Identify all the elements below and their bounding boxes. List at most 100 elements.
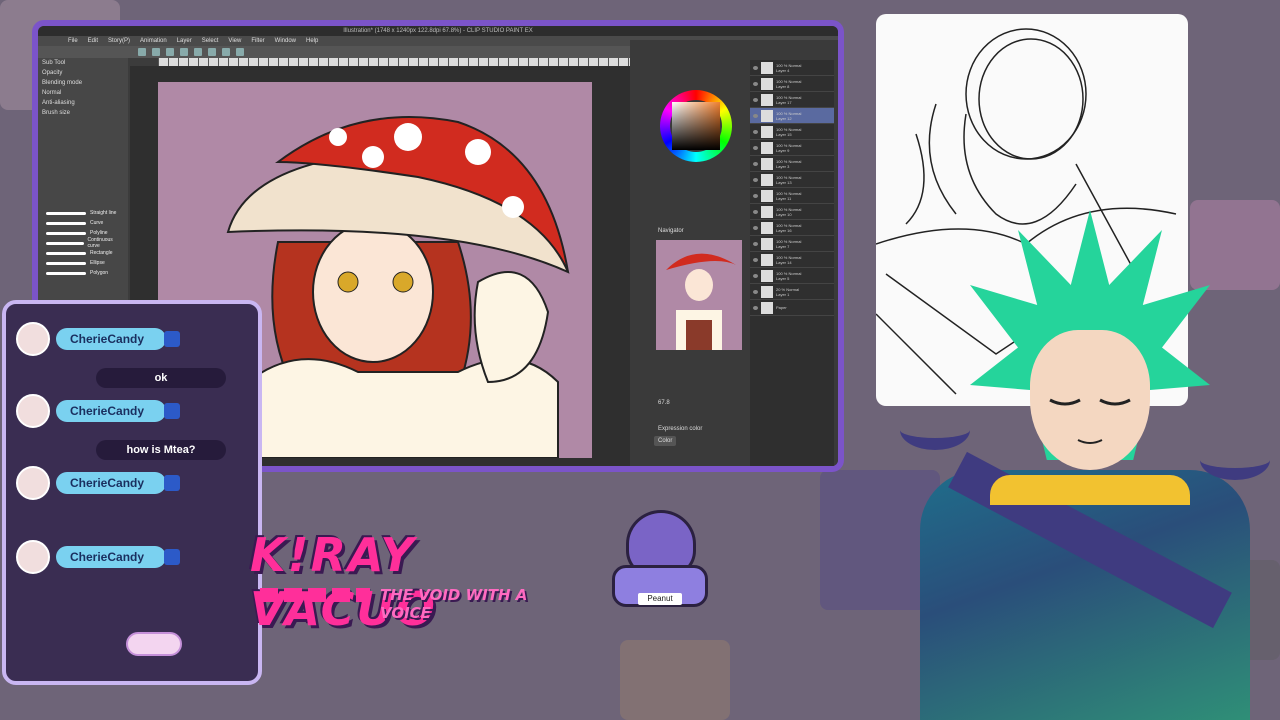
visibility-eye-icon[interactable] [753,289,758,294]
chat-message-header: CherieCandy [16,540,181,574]
layer-name: Layer 8 [776,83,790,89]
face-shape [312,221,434,363]
visibility-eye-icon[interactable] [753,241,758,246]
layer-mode: 100 % Normal [776,254,802,260]
visibility-eye-icon[interactable] [753,65,758,70]
visibility-eye-icon[interactable] [753,81,758,86]
layer-name: Layer 11 [776,195,792,201]
layer-name: Layer 12 [776,115,792,121]
layer-mode: 100 % Normal [776,206,802,212]
select-icon[interactable] [208,48,216,56]
menu-filter[interactable]: Filter [251,36,264,46]
deselect-icon[interactable] [222,48,230,56]
visibility-eye-icon[interactable] [753,97,758,102]
visibility-eye-icon[interactable] [753,177,758,182]
undo-icon[interactable] [138,48,146,56]
layer-row[interactable]: 100 % Normal Layer 10 [750,204,834,220]
chat-overlay: CherieCandy ok CherieCandy how is Mtea? … [2,300,262,685]
layer-mode: 100 % Normal [776,238,802,244]
snap-icon[interactable] [236,48,244,56]
brush-item[interactable]: Rectangle [46,248,124,258]
layer-row[interactable]: 100 % Normal Layer 11 [750,188,834,204]
layer-row[interactable]: 20 % Normal Layer 1 [750,284,834,300]
chat-avatar [16,540,50,574]
brush-item[interactable]: Continuous curve [46,237,124,249]
sub-tool-header: Sub Tool [42,60,66,66]
brush-preview [46,261,86,265]
transform-icon[interactable] [194,48,202,56]
visibility-eye-icon[interactable] [753,209,758,214]
prop-blend-value[interactable]: Normal [38,88,128,98]
chat-avatar [16,322,50,356]
layer-row[interactable]: 100 % Normal Layer 7 [750,236,834,252]
clear-icon[interactable] [166,48,174,56]
layer-mode: 100 % Normal [776,110,802,116]
layer-thumbnail [761,125,773,138]
menu-help[interactable]: Help [306,36,318,46]
menu-window[interactable]: Window [275,36,296,46]
right-eye [392,271,414,293]
visibility-eye-icon[interactable] [753,305,758,310]
brush-item[interactable]: Ellipse [46,258,124,268]
navigator-preview[interactable] [656,240,742,350]
menu-file[interactable]: File [68,36,78,46]
layer-row[interactable]: 100 % Normal Layer 17 [750,92,834,108]
crescent-ornament [900,410,970,450]
layer-name: Layer 5 [776,275,790,281]
redo-icon[interactable] [152,48,160,56]
layer-row[interactable]: 100 % Normal Layer 8 [750,76,834,92]
visibility-eye-icon[interactable] [753,145,758,150]
menu-view[interactable]: View [228,36,241,46]
layer-name: Layer 7 [776,243,790,249]
brush-item[interactable]: Polygon [46,268,124,278]
visibility-eye-icon[interactable] [753,273,758,278]
visibility-eye-icon[interactable] [753,193,758,198]
mascot-car: Peanut [612,505,712,620]
brush-item[interactable]: Curve [46,218,124,228]
layer-row[interactable]: 100 % Normal Layer 13 [750,172,834,188]
prop-opacity: Opacity [42,70,63,76]
visibility-eye-icon[interactable] [753,161,758,166]
menu-layer[interactable]: Layer [177,36,192,46]
layer-thumbnail [761,109,773,122]
brush-name: Rectangle [90,250,113,256]
brush-item[interactable]: Straight line [46,208,124,218]
moderator-crown-icon [164,475,181,491]
right-panels: Navigator 67.8 Expression color Color 10… [630,40,838,466]
layer-row[interactable]: 100 % Normal Layer 5 [750,268,834,284]
layer-row[interactable]: Paper [750,300,834,316]
layer-row[interactable]: 100 % Normal Layer 14 [750,252,834,268]
menu-select[interactable]: Select [202,36,219,46]
effect-value[interactable]: Color [654,436,677,446]
menu-story[interactable]: Story(P) [108,36,130,46]
visibility-eye-icon[interactable] [753,113,758,118]
prop-blend-mode: Blending mode [42,80,83,86]
moderator-crown-icon [164,331,181,347]
zoom-value[interactable]: 67.8 [654,398,674,408]
menu-animation[interactable]: Animation [140,36,167,46]
layer-panel: 100 % Normal Layer 4 100 % Normal Layer 8 … [750,60,834,466]
layer-mode: 20 % Normal [776,286,800,292]
visibility-eye-icon[interactable] [753,129,758,134]
layer-mode: 100 % Normal [776,270,802,276]
layer-thumbnail [761,77,773,90]
layer-thumbnail [761,157,773,170]
chat-input-pill[interactable] [126,632,182,656]
moderator-crown-icon [164,549,181,565]
layer-thumbnail [761,189,773,202]
layer-row[interactable]: 100 % Normal Layer 9 [750,140,834,156]
layer-row[interactable]: 100 % Normal Layer 15 [750,124,834,140]
visibility-eye-icon[interactable] [753,257,758,262]
crescent-ornament [1200,440,1270,480]
visibility-eye-icon[interactable] [753,225,758,230]
layer-row[interactable]: 100 % Normal Layer 3 [750,156,834,172]
layer-row-active[interactable]: 100 % Normal Layer 12 [750,108,834,124]
layer-row[interactable]: 100 % Normal Layer 16 [750,220,834,236]
cap-spot [465,139,491,165]
cap-spot [502,196,524,218]
layer-row[interactable]: 100 % Normal Layer 4 [750,60,834,76]
brush-preview [46,241,84,245]
color-picker-square[interactable] [672,102,720,150]
menu-edit[interactable]: Edit [88,36,98,46]
fill-icon[interactable] [180,48,188,56]
